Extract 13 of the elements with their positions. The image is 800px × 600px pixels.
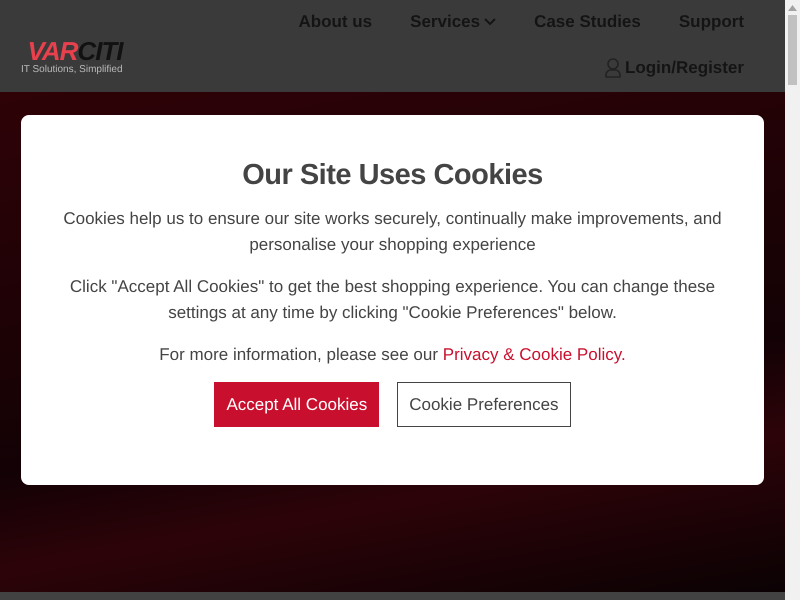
scroll-up-arrow-icon[interactable] <box>788 5 797 11</box>
scrollbar-thumb[interactable] <box>788 15 797 85</box>
dialog-text: For more information, please see our Privacy & Cookie Policy. <box>159 344 626 366</box>
dialog-text: Cookies help us to ensure our site works securely, continually make improvements, and personalise your shopping experience <box>62 208 723 256</box>
logo-letters[interactable]: VAR <box>27 38 78 64</box>
logo-tagline: IT Solutions, Simplified <box>21 64 123 74</box>
preferences-button[interactable]: Cookie Preferences <box>397 382 571 427</box>
policy-link[interactable]: Privacy & Cookie Policy. <box>442 345 626 364</box>
dialog-text: Click "Accept All Cookies" to get the best shopping experience. You can change these settings at any time by clicking "Cookie Preferences" below. <box>68 276 716 324</box>
user-icon <box>604 58 621 78</box>
scrollbar[interactable] <box>785 0 800 600</box>
accept-button[interactable]: Accept All Cookies <box>214 382 380 427</box>
dialog-title: Our Site Uses Cookies <box>242 159 543 192</box>
